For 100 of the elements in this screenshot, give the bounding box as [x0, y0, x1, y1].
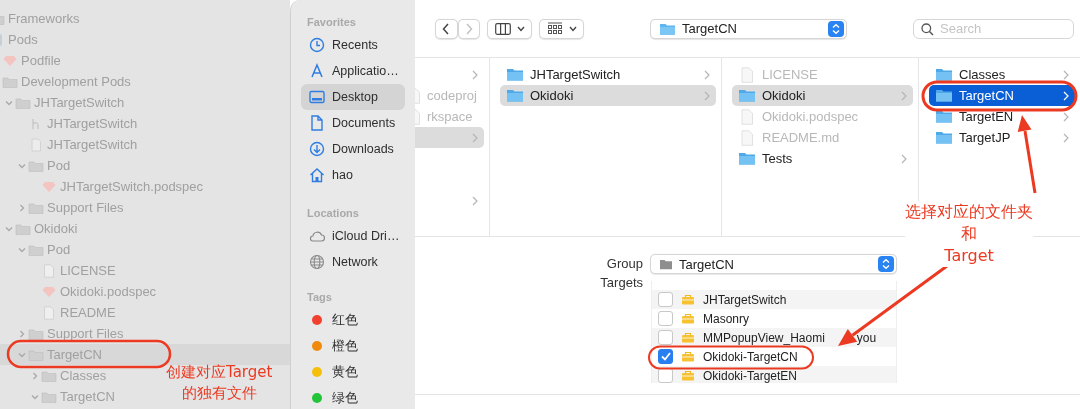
- source-file-icon: [28, 137, 44, 152]
- back-icon: [442, 22, 451, 35]
- chevron-icon: [704, 69, 710, 80]
- document-icon: [738, 129, 756, 146]
- checkbox[interactable]: [658, 330, 673, 345]
- sidebar-item[interactable]: 橙色: [301, 333, 405, 359]
- file-name: Frameworks: [8, 11, 80, 26]
- file-name: TargetCN: [47, 347, 102, 362]
- gem-icon: [2, 54, 18, 67]
- group-button[interactable]: [539, 18, 584, 39]
- folder-icon: [15, 96, 31, 109]
- file-name: LICENSE: [60, 263, 116, 278]
- file-name: Okidoki.podspec: [60, 284, 157, 299]
- target-name: Okidoki-TargetEN: [703, 368, 798, 383]
- browser-item[interactable]: JHTargetSwitch: [500, 64, 716, 85]
- checkbox[interactable]: [658, 349, 673, 364]
- target-name: you: [856, 330, 877, 345]
- sidebar-item[interactable]: 红色: [301, 307, 405, 333]
- sidebar-item[interactable]: Documents: [301, 110, 405, 136]
- chevron-icon[interactable]: [18, 350, 26, 359]
- caret-icon: [568, 25, 577, 32]
- file-name: JHTargetSwitch: [47, 137, 138, 152]
- doc-icon: [309, 115, 325, 131]
- file-name: Okidoki: [34, 221, 78, 236]
- location-popup[interactable]: TargetCN: [650, 18, 847, 39]
- chevron-icon[interactable]: [5, 98, 13, 107]
- desktop-icon: [309, 89, 325, 105]
- target-name: JHTargetSwitch: [703, 292, 787, 307]
- file-name: Support Files: [47, 200, 124, 215]
- view-mode-button[interactable]: [487, 18, 532, 39]
- apps-icon: [309, 63, 325, 79]
- chevron-icon[interactable]: [18, 203, 26, 212]
- folder-icon: [28, 159, 44, 172]
- folder-icon: [2, 75, 18, 88]
- folder-icon: [659, 21, 676, 36]
- document-icon: [738, 66, 756, 83]
- document-icon: [41, 263, 57, 278]
- sidebar-item[interactable]: Desktop: [301, 84, 405, 110]
- sidebar-item[interactable]: Downloads: [301, 136, 405, 162]
- sidebar-item[interactable]: iCloud Dri…: [301, 223, 405, 249]
- folder-icon: [506, 88, 524, 103]
- chevron-icon: [704, 90, 710, 101]
- caret-icon: [516, 25, 525, 32]
- chevron-icon: [1063, 90, 1069, 101]
- file-name: Classes: [60, 368, 107, 383]
- chevron-icon[interactable]: [18, 329, 26, 338]
- sidebar-item[interactable]: hao: [301, 162, 405, 188]
- chevron-icon[interactable]: [5, 224, 13, 233]
- chevron-icon[interactable]: [18, 245, 26, 254]
- browser-item[interactable]: [415, 127, 484, 148]
- toolbox-icon: [681, 351, 695, 362]
- download-icon: [309, 141, 325, 157]
- sidebar-item[interactable]: Recents: [301, 32, 405, 58]
- file-name: TargetCN: [60, 389, 115, 404]
- browser-item[interactable]: TargetCN: [929, 85, 1075, 106]
- sidebar-item[interactable]: 绿色: [301, 385, 405, 409]
- chevron-icon: [1063, 111, 1069, 122]
- checkbox[interactable]: [658, 311, 673, 326]
- file-name: Development Pods: [21, 74, 131, 89]
- folder-icon: [506, 67, 524, 82]
- search-icon: [921, 22, 934, 36]
- folder-icon: [15, 222, 31, 235]
- folder-icon: [28, 327, 44, 340]
- folder-icon: [738, 88, 756, 103]
- document-icon: [738, 108, 756, 125]
- targets-label: Targets: [599, 274, 644, 292]
- chevron-icon[interactable]: [31, 371, 39, 380]
- folder-icon: [28, 201, 44, 214]
- chevron-icon: [1063, 132, 1069, 143]
- chevron-icon[interactable]: [31, 392, 39, 401]
- globe-icon: [309, 254, 325, 270]
- stepper-icon: [828, 20, 844, 37]
- group-label: Group: [605, 255, 644, 273]
- browser-item[interactable]: Tests: [732, 148, 913, 169]
- annotation-text: 创建对应Target 的独有文件: [166, 362, 273, 404]
- browser-item[interactable]: Okidoki: [732, 85, 913, 106]
- chevron-icon[interactable]: [18, 161, 26, 170]
- browser-item[interactable]: TargetJP: [929, 127, 1075, 148]
- stepper-icon: [878, 256, 894, 272]
- sidebar-item[interactable]: 黄色: [301, 359, 405, 385]
- back-button[interactable]: [435, 18, 458, 39]
- file-name: README: [60, 305, 116, 320]
- chevron-icon: [472, 195, 478, 206]
- target-name: Okidoki-TargetCN: [703, 349, 798, 364]
- folder-icon: [935, 130, 953, 145]
- columns-icon: [494, 22, 511, 35]
- checkbox[interactable]: [658, 292, 673, 307]
- group-popup[interactable]: TargetCN: [650, 254, 897, 274]
- sidebar-item[interactable]: Applicatio…: [301, 58, 405, 84]
- browser-item[interactable]: Classes: [929, 64, 1075, 85]
- folder-icon: [659, 258, 673, 270]
- folder-icon: [935, 109, 953, 124]
- search-field[interactable]: Search: [913, 18, 1074, 39]
- folder-icon: [41, 390, 57, 403]
- file-name: JHTargetSwitch: [47, 116, 138, 131]
- file-name: Podfile: [21, 53, 61, 68]
- folder-icon: [41, 369, 57, 382]
- target-name: Masonry: [703, 311, 749, 326]
- sidebar-item[interactable]: Network: [301, 249, 405, 275]
- browser-item[interactable]: Okidoki: [500, 85, 716, 106]
